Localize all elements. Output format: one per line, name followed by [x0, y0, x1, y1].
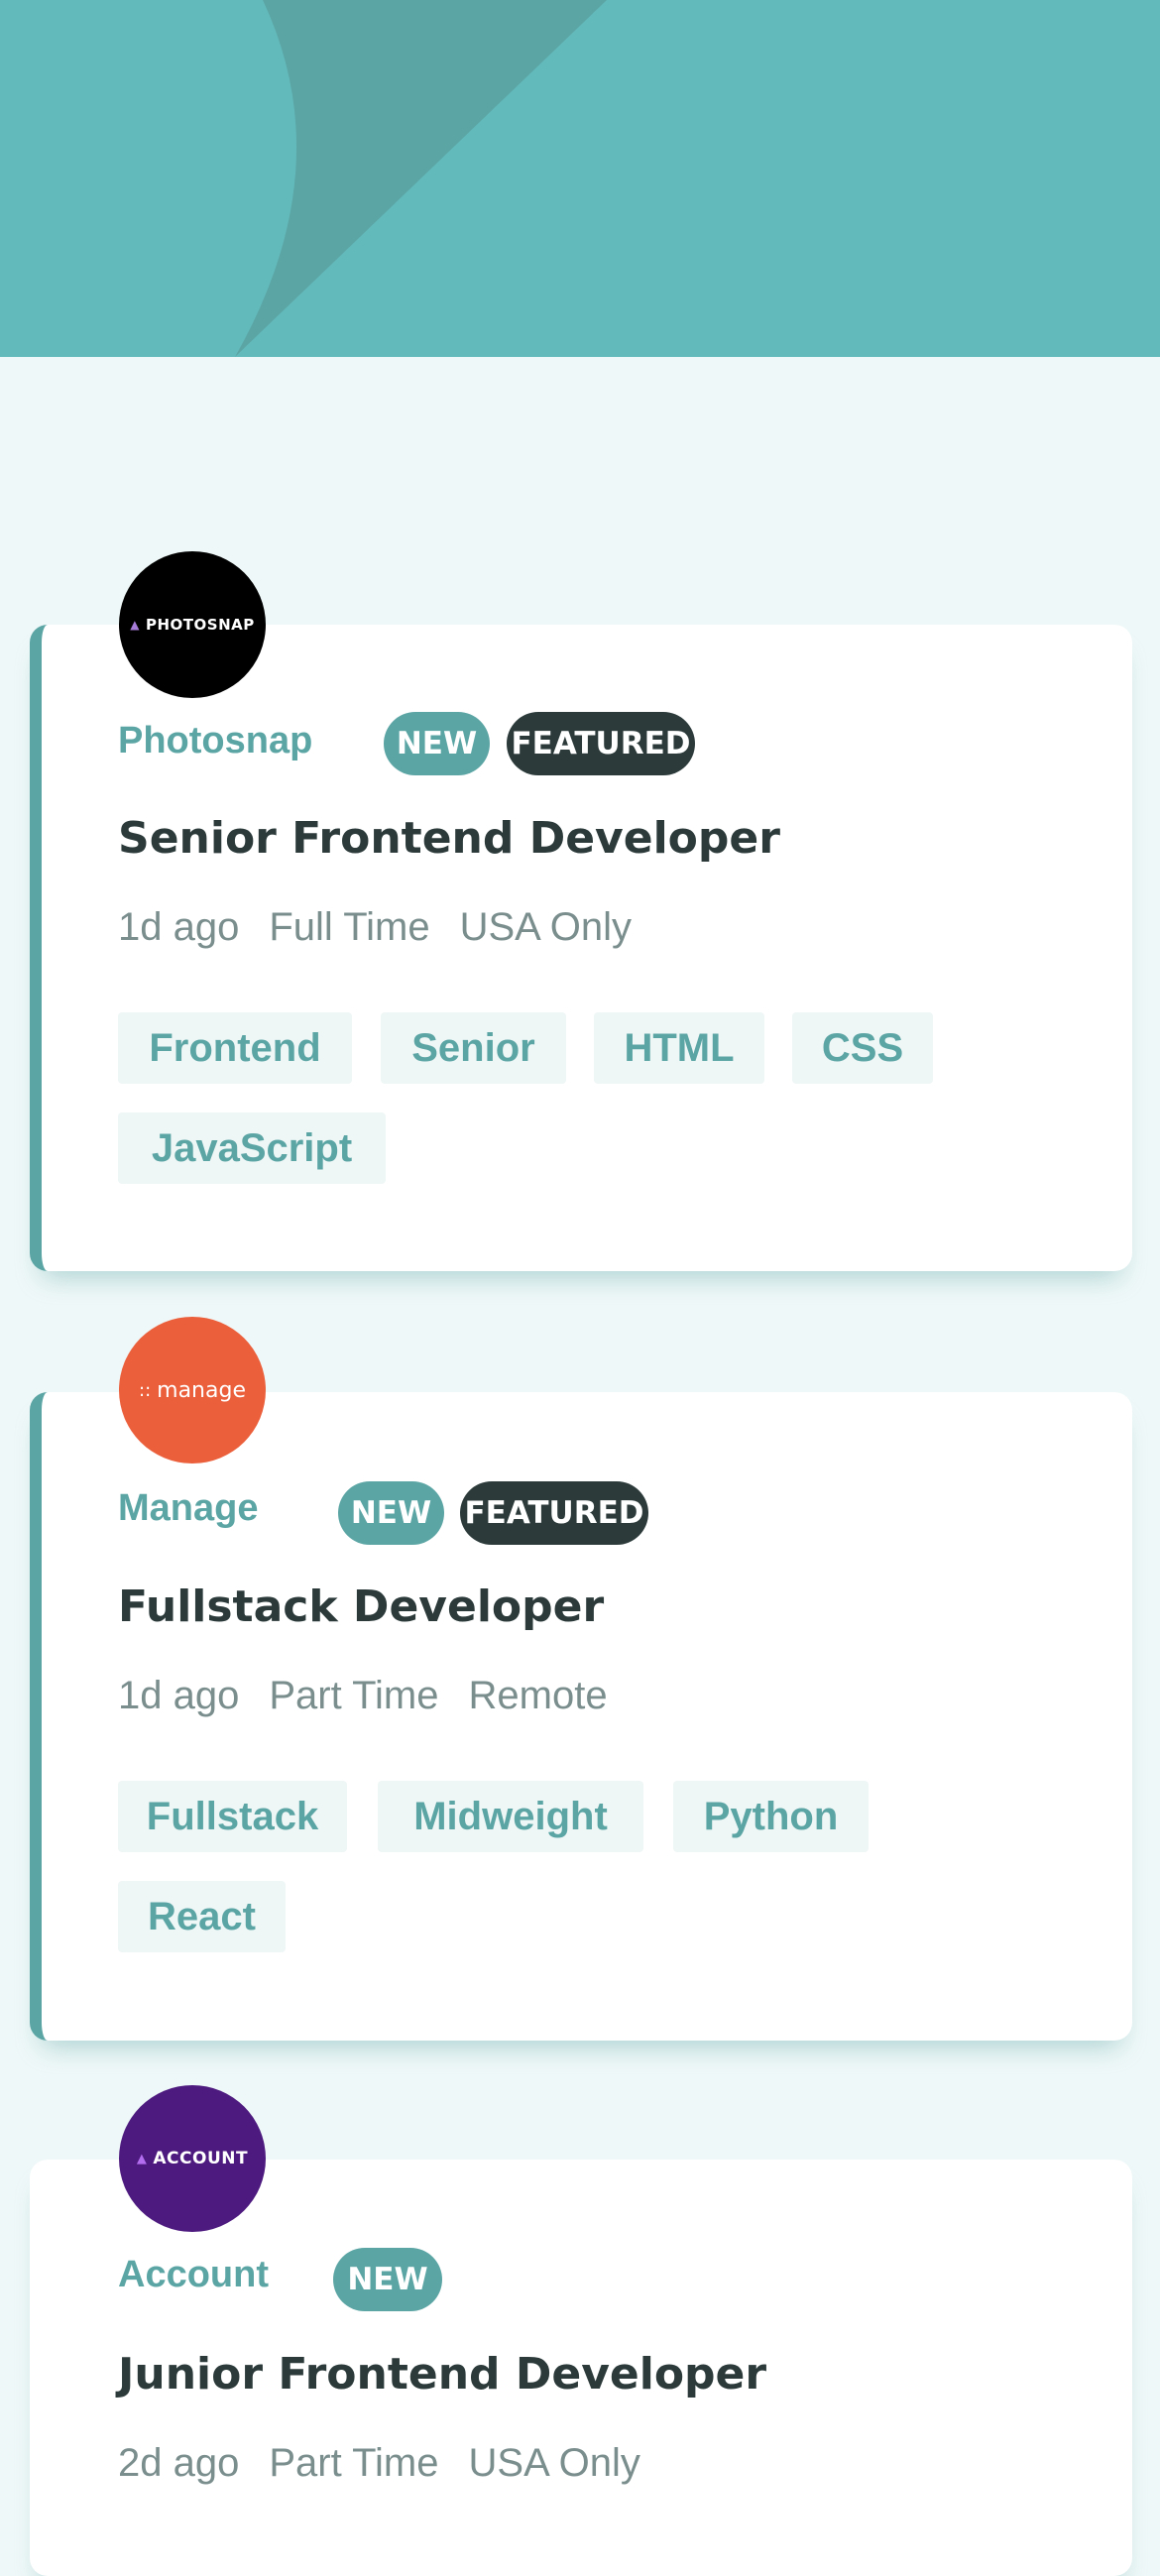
- posted-at: 1d ago: [118, 905, 240, 949]
- filter-tag[interactable]: React: [118, 1881, 286, 1952]
- location: USA Only: [459, 905, 632, 949]
- company-name[interactable]: Photosnap: [118, 720, 312, 762]
- account-triangle-icon: ▲: [136, 2151, 148, 2166]
- filter-tag[interactable]: Senior: [381, 1012, 566, 1084]
- filter-tag[interactable]: CSS: [792, 1012, 933, 1084]
- header-banner: [0, 0, 1160, 357]
- job-title[interactable]: Senior Frontend Developer: [118, 813, 780, 864]
- new-badge: NEW: [333, 2248, 442, 2311]
- header-background-pattern: [0, 0, 607, 357]
- logo-text: PHOTOSNAP: [145, 616, 255, 634]
- manage-logo: :: manage: [119, 1317, 266, 1464]
- filter-tag[interactable]: Midweight: [378, 1781, 643, 1852]
- account-logo: ▲ ACCOUNT: [119, 2085, 266, 2232]
- company-name[interactable]: Account: [118, 2254, 269, 2296]
- job-title[interactable]: Fullstack Developer: [118, 1581, 604, 1632]
- new-badge: NEW: [338, 1481, 444, 1545]
- filter-tag[interactable]: Fullstack: [118, 1781, 347, 1852]
- photosnap-triangle-icon: ▲: [130, 618, 140, 632]
- logo-text: manage: [157, 1377, 246, 1403]
- featured-badge: FEATURED: [460, 1481, 648, 1545]
- contract-type: Part Time: [269, 2441, 439, 2485]
- location: Remote: [468, 1674, 608, 1717]
- contract-type: Part Time: [269, 1674, 439, 1717]
- location: USA Only: [468, 2441, 640, 2485]
- posted-at: 2d ago: [118, 2441, 240, 2485]
- filter-tag[interactable]: Frontend: [118, 1012, 352, 1084]
- posted-at: 1d ago: [118, 1674, 240, 1717]
- photosnap-logo: ▲ PHOTOSNAP: [119, 551, 266, 698]
- job-meta: 2d ago Part Time USA Only: [118, 2441, 640, 2486]
- filter-tag[interactable]: Python: [673, 1781, 869, 1852]
- new-badge: NEW: [384, 712, 490, 775]
- filter-tag[interactable]: JavaScript: [118, 1112, 386, 1184]
- company-name[interactable]: Manage: [118, 1487, 258, 1530]
- job-title[interactable]: Junior Frontend Developer: [118, 2349, 766, 2400]
- job-meta: 1d ago Full Time USA Only: [118, 905, 632, 950]
- job-meta: 1d ago Part Time Remote: [118, 1674, 608, 1718]
- filter-tag[interactable]: HTML: [594, 1012, 764, 1084]
- featured-badge: FEATURED: [507, 712, 695, 775]
- contract-type: Full Time: [269, 905, 430, 949]
- logo-text: ACCOUNT: [153, 2149, 249, 2168]
- manage-dots-icon: ::: [139, 1379, 152, 1401]
